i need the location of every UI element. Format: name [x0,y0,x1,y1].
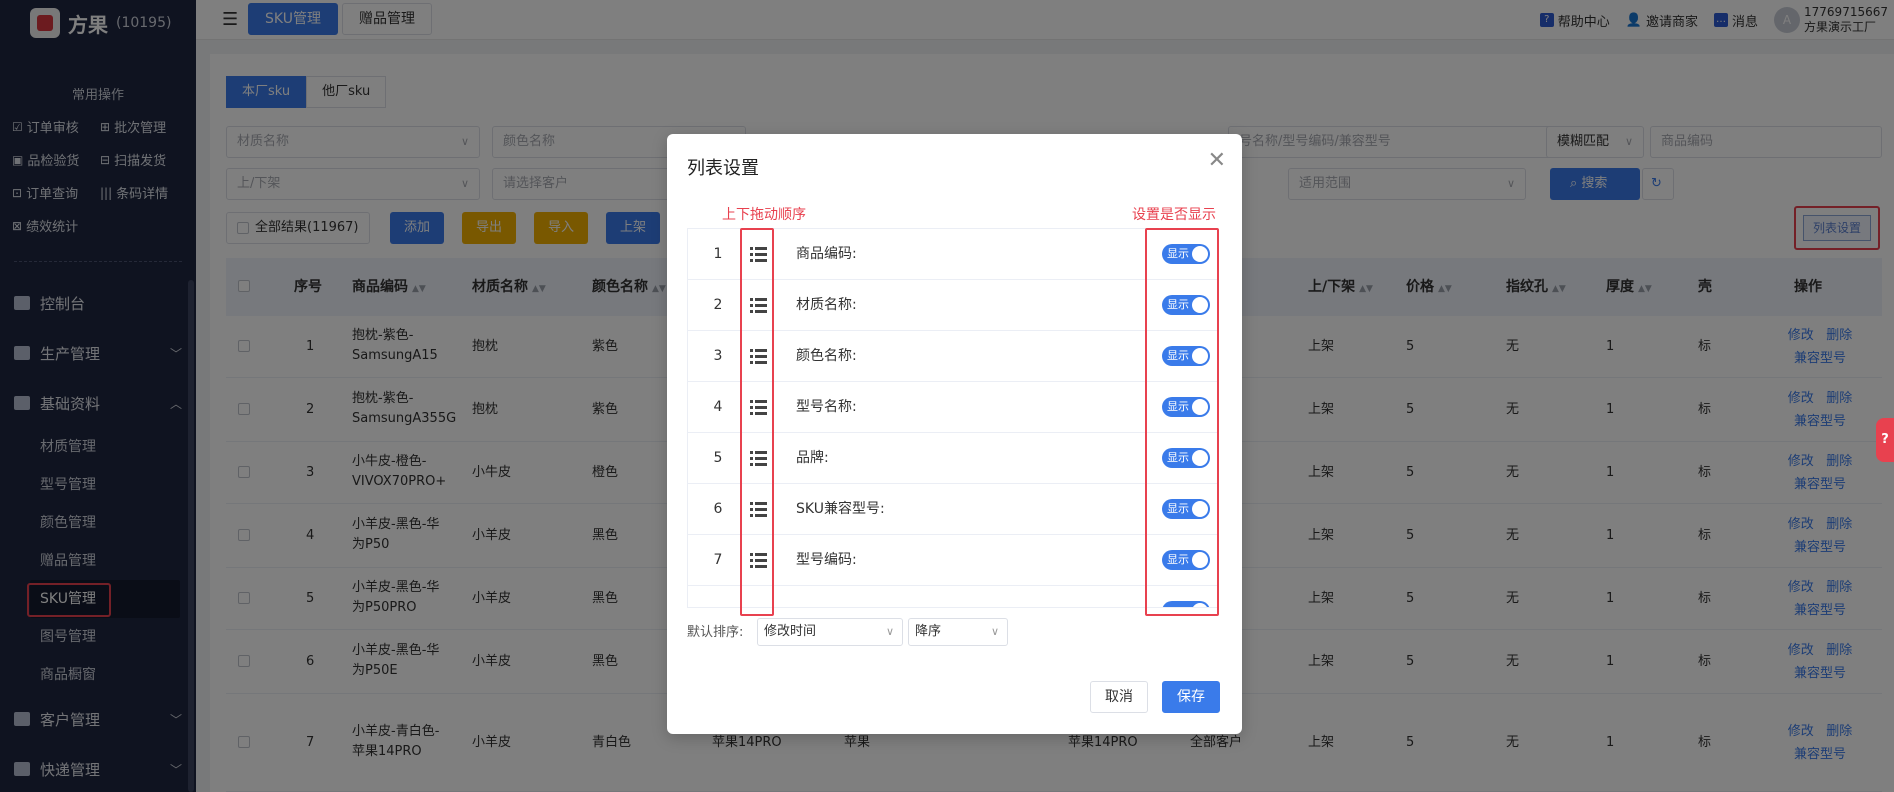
drag-column-highlight [740,228,774,616]
save-button[interactable]: 保存 [1162,681,1220,713]
sort-field-value: 修改时间 [764,624,817,639]
item-index: 7 [713,552,723,568]
chevron-down-icon: ∨ [885,625,894,638]
item-name: 颜色名称: [796,348,857,364]
item-name: 型号名称: [796,399,857,415]
item-index: 4 [713,399,723,415]
item-name: 型号编码: [796,552,857,568]
column-settings-dialog: 列表设置 ✕ 上下拖动顺序 设置是否显示 1 商品编码: 显示 2 材质名称: … [667,134,1242,734]
sort-order-select[interactable]: 降序 ∨ [908,618,1008,646]
sort-order-value: 降序 [915,624,942,639]
floating-help-icon[interactable]: ? [1876,418,1894,462]
item-index: 3 [713,348,723,364]
sort-field-select[interactable]: 修改时间 ∨ [757,618,903,646]
sort-label: 默认排序: [687,625,744,640]
annotation-drag-order: 上下拖动顺序 [722,207,806,223]
item-name: 商品编码: [796,246,857,262]
close-icon[interactable]: ✕ [1208,148,1226,173]
item-name: 材质名称: [796,297,857,313]
item-index: 6 [713,501,723,517]
cancel-button[interactable]: 取消 [1090,681,1148,713]
item-index: 2 [713,297,723,313]
item-index: 1 [713,246,723,262]
chevron-down-icon: ∨ [990,625,999,638]
item-name: 品牌: [796,450,829,466]
item-name: SKU兼容型号: [796,501,885,517]
dialog-title: 列表设置 [687,158,759,179]
item-index: 5 [713,450,723,466]
toggle-column-highlight [1145,228,1219,616]
annotation-show-toggle: 设置是否显示 [1132,207,1216,223]
